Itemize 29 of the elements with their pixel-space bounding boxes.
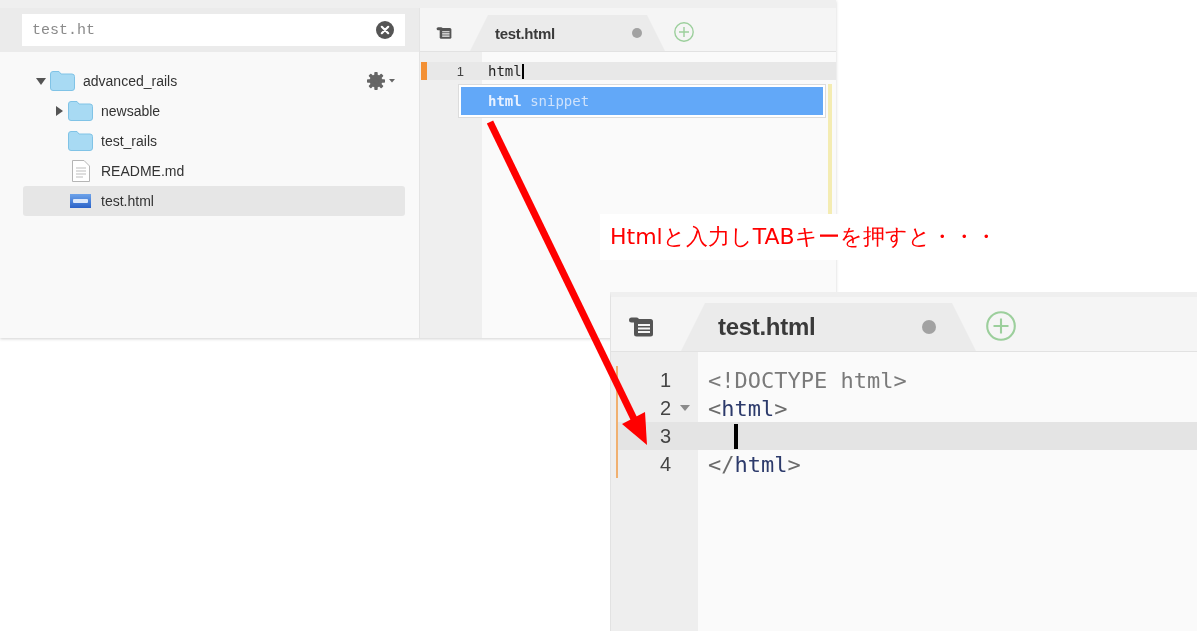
line-number: 3 bbox=[659, 424, 671, 448]
code-line: <!DOCTYPE html> bbox=[708, 367, 907, 393]
fold-caret-icon[interactable] bbox=[679, 405, 690, 411]
folder-icon bbox=[50, 71, 75, 91]
line-number: 2 bbox=[659, 396, 671, 420]
tree-item[interactable]: test_rails bbox=[23, 126, 405, 156]
line-number: 4 bbox=[659, 452, 671, 476]
caret-right-icon[interactable] bbox=[55, 106, 63, 116]
tree-item[interactable]: advanced_rails bbox=[23, 66, 405, 96]
code-file-icon bbox=[70, 194, 91, 208]
folder-icon bbox=[68, 131, 93, 151]
notes-icon[interactable] bbox=[436, 26, 452, 40]
code-line: <html> bbox=[708, 395, 788, 421]
line-number: 1 bbox=[659, 368, 671, 392]
folder-icon bbox=[68, 101, 93, 121]
tree-item[interactable]: test.html bbox=[23, 186, 405, 216]
editor-tab[interactable]: test.html bbox=[470, 15, 665, 51]
tree-item[interactable]: README.md bbox=[23, 156, 405, 186]
search-field[interactable]: test.ht bbox=[22, 14, 405, 46]
code-line: </html> bbox=[708, 451, 801, 477]
notes-icon[interactable] bbox=[628, 317, 654, 337]
tree-item[interactable]: newsable bbox=[23, 96, 405, 126]
document-icon bbox=[71, 160, 90, 182]
caret-down-icon[interactable] bbox=[36, 77, 46, 85]
editor-tab[interactable]: test.html bbox=[681, 303, 976, 351]
settings-icon[interactable] bbox=[367, 72, 397, 90]
code-line: html bbox=[488, 63, 522, 79]
line-number: 1 bbox=[456, 63, 464, 79]
clear-icon[interactable] bbox=[376, 21, 394, 39]
